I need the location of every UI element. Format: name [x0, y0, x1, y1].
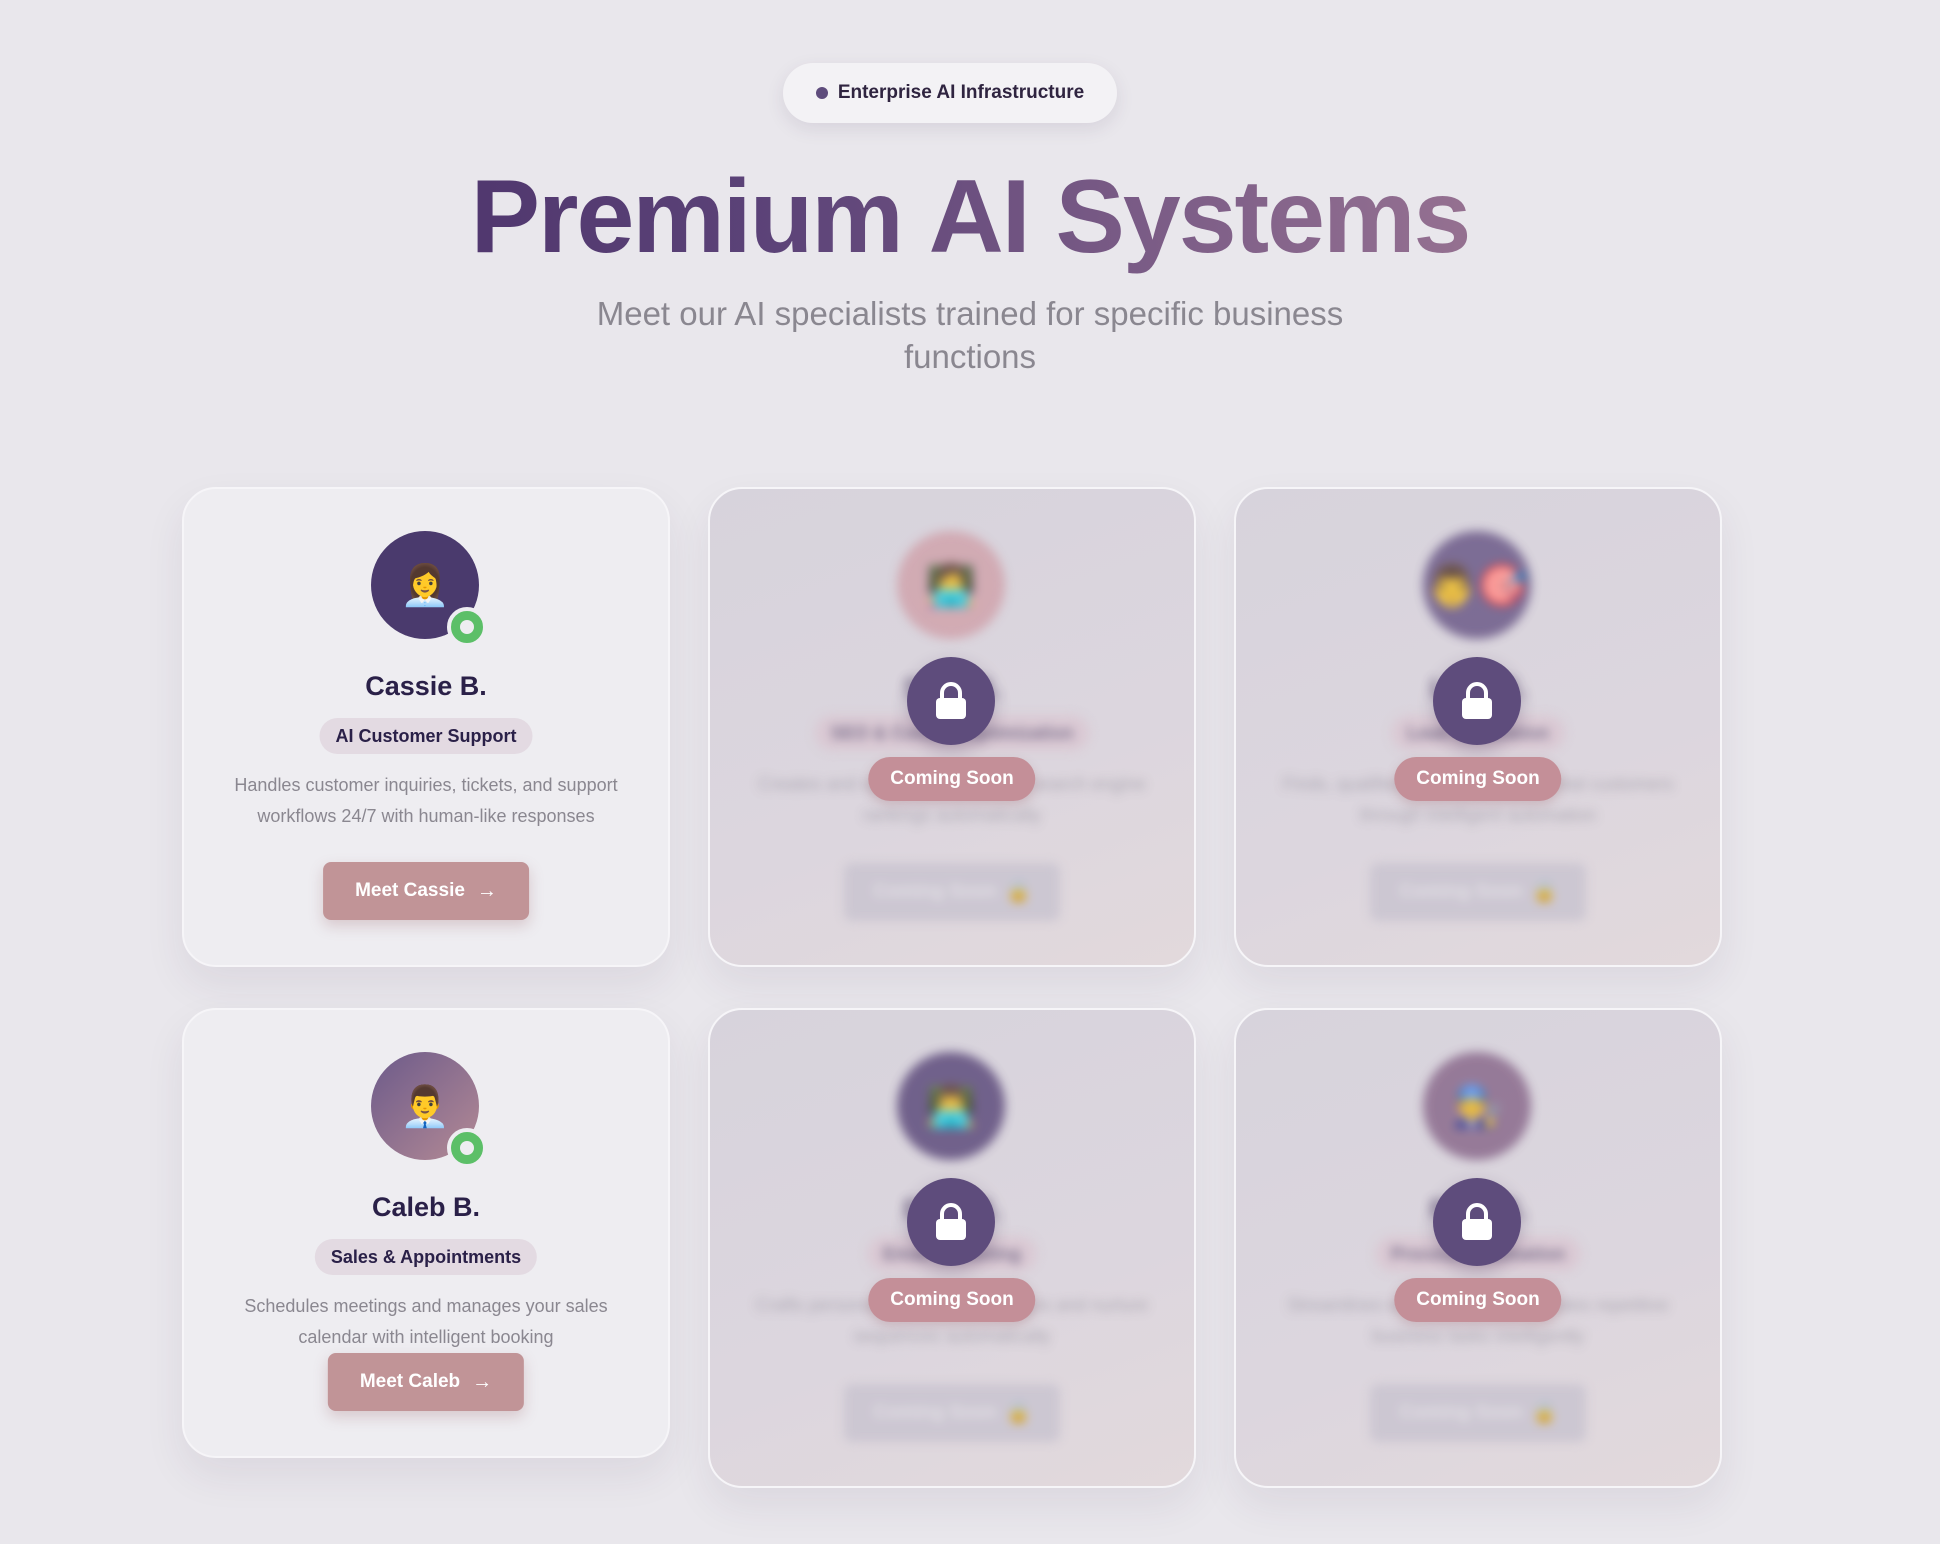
lock-icon: 🔒: [1532, 882, 1557, 903]
coming-soon-button: Coming Soon 🔒: [844, 1384, 1060, 1442]
coming-soon-badge: Coming Soon: [868, 1278, 1036, 1322]
coming-soon-badge: Coming Soon: [1394, 757, 1562, 801]
online-status-icon: [447, 1128, 487, 1168]
agent-description: Handles customer inquiries, tickets, and…: [234, 775, 618, 826]
coming-soon-badge: Coming Soon: [1394, 1278, 1562, 1322]
page-title: Premium AI Systems: [0, 155, 1940, 280]
meet-caleb-button[interactable]: Meet Caleb →: [327, 1353, 525, 1411]
title-word-3: Systems: [1055, 159, 1470, 275]
blurred-avatar-icon: 👨‍🎯: [1423, 531, 1531, 639]
title-word-1: Premium: [470, 159, 902, 275]
lock-icon: [907, 1178, 995, 1266]
coming-soon-badge: Coming Soon: [868, 757, 1036, 801]
lock-icon: 🔒: [1532, 1403, 1557, 1424]
blurred-avatar-icon: 👨‍💻: [897, 1052, 1005, 1160]
agent-avatar-icon: 👩‍💼: [400, 563, 450, 608]
agent-card-cassie: 👩‍💼 Cassie B. AI Customer Support Handle…: [182, 487, 670, 967]
hero-badge: Enterprise AI Infrastructure: [783, 63, 1117, 123]
agent-name: Caleb B.: [371, 1192, 481, 1222]
lock-icon: 🔒: [1006, 882, 1031, 903]
agent-card-locked: 👩‍💻 S___ B. SEO & Content Optimization C…: [708, 487, 1196, 967]
agent-card-locked: 👨‍🔧 P___ B. Process Automation Streamlin…: [1234, 1008, 1722, 1488]
page-subtitle: Meet our AI specialists trained for spec…: [596, 295, 1344, 375]
hero-badge-label: Enterprise AI Infrastructure: [837, 82, 1085, 103]
agent-card-locked: 👨‍🎯 L___ B. Lead Generation Finds, quali…: [1234, 487, 1722, 967]
agent-role-badge: AI Customer Support: [319, 718, 533, 754]
agent-name: Cassie B.: [365, 671, 487, 701]
button-label: Coming Soon: [873, 1402, 997, 1423]
online-status-icon: [447, 607, 487, 647]
coming-soon-button: Coming Soon 🔒: [1370, 863, 1586, 921]
badge-dot-icon: [815, 87, 828, 99]
lock-icon: 🔒: [1006, 1403, 1031, 1424]
coming-soon-button: Coming Soon 🔒: [1370, 1384, 1586, 1442]
coming-soon-button: Coming Soon 🔒: [844, 863, 1060, 921]
blurred-avatar-icon: 👩‍💻: [897, 531, 1005, 639]
button-label: Coming Soon: [1399, 1402, 1523, 1423]
blurred-avatar-icon: 👨‍🔧: [1423, 1052, 1531, 1160]
agent-card-locked: 👨‍💻 E___ B. Email Marketing Crafts perso…: [708, 1008, 1196, 1488]
button-label: Coming Soon: [873, 881, 997, 902]
button-label: Coming Soon: [1399, 881, 1523, 902]
lock-icon: [907, 657, 995, 745]
title-word-2: AI: [928, 159, 1029, 275]
cta-label: Meet Cassie: [355, 880, 465, 901]
arrow-right-icon: →: [476, 879, 497, 902]
arrow-right-icon: →: [472, 1370, 493, 1393]
lock-icon: [1433, 1178, 1521, 1266]
lock-icon: [1433, 657, 1521, 745]
agent-avatar-icon: 👨‍💼: [400, 1084, 450, 1129]
agent-role-badge: Sales & Appointments: [314, 1239, 538, 1275]
meet-cassie-button[interactable]: Meet Cassie →: [323, 862, 529, 920]
agent-card-caleb: 👨‍💼 Caleb B. Sales & Appointments Schedu…: [182, 1008, 670, 1458]
agent-description: Schedules meetings and manages your sale…: [244, 1296, 608, 1347]
cta-label: Meet Caleb: [359, 1371, 461, 1392]
